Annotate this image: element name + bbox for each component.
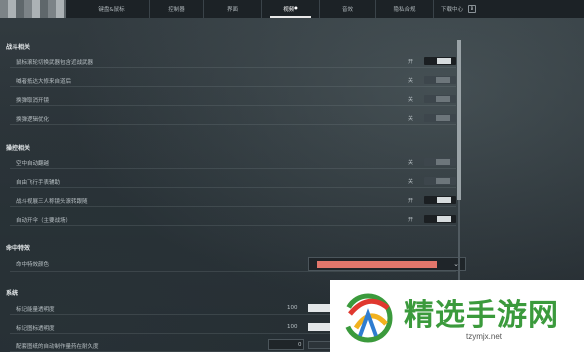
- tab-label: 音效: [341, 7, 353, 13]
- setting-label: 换弹逻辑优化: [16, 117, 50, 123]
- toggle-knob: [436, 178, 450, 184]
- setting-label: 自动开伞（主要战场）: [16, 218, 72, 224]
- toggle-state-text: 关: [408, 97, 414, 103]
- toggle-switch[interactable]: [424, 114, 456, 122]
- watermark-logo-icon: [343, 293, 393, 343]
- color-swatch: [317, 261, 437, 268]
- tab-interface[interactable]: 界面: [204, 0, 262, 18]
- top-navigation-bar: 键盘&鼠标 控制器 界面 视频● 音效 隐私合规 下载中心 B: [0, 0, 584, 18]
- scrollbar-thumb[interactable]: [457, 40, 461, 200]
- tab-label: 键盘&鼠标: [98, 7, 125, 13]
- section-title-hit-effect: 命中特效: [6, 245, 31, 252]
- setting-row: 换弹逻辑优化 关: [10, 111, 456, 125]
- blurred-avatar: [0, 0, 66, 18]
- setting-row: 自动开伞（主要战场） 开: [10, 212, 456, 226]
- setting-row: 换弹取消开镜 关: [10, 92, 456, 106]
- toggle-knob: [436, 77, 450, 83]
- tab-controller[interactable]: 控制器: [150, 0, 204, 18]
- setting-row: 鼠标滚轮切换武器包含近战武器 开: [10, 54, 456, 68]
- tab-active-dot: ●: [294, 5, 298, 10]
- toggle-knob: [437, 216, 451, 222]
- gamepad-button-icon[interactable]: B: [468, 5, 476, 13]
- setting-label: 鼠标滚轮切换武器包含近战武器: [16, 60, 94, 66]
- slider-value: 0: [298, 342, 302, 348]
- toggle-switch[interactable]: [424, 95, 456, 103]
- section-title-combat: 战斗相关: [6, 44, 31, 51]
- setting-label: 标记图标透明度: [16, 326, 55, 332]
- setting-label: 命中特效颜色: [16, 262, 50, 268]
- toggle-state-text: 关: [408, 160, 414, 166]
- tab-label: 控制器: [168, 7, 185, 13]
- toggle-switch[interactable]: [424, 196, 456, 204]
- toggle-switch[interactable]: [424, 177, 456, 185]
- toggle-state-text: 关: [408, 179, 414, 185]
- settings-tabs: 键盘&鼠标 控制器 界面 视频● 音效 隐私合规 下载中心: [74, 0, 470, 18]
- toggle-knob: [437, 197, 451, 203]
- section-title-system: 系统: [6, 290, 19, 297]
- setting-row: 空中自动翻越 关: [10, 155, 456, 169]
- watermark-text: 精选手游网: [404, 298, 559, 333]
- setting-label: 标记能量透明度: [16, 307, 55, 313]
- tab-label: 隐私合规: [393, 7, 416, 13]
- setting-label: 喊者抵达大修来自道后: [16, 79, 72, 85]
- setting-label: 空中自动翻越: [16, 161, 50, 167]
- setting-label: 自由飞行手表辅助: [16, 180, 61, 186]
- toggle-switch[interactable]: [424, 76, 456, 84]
- toggle-state-text: 开: [408, 217, 414, 223]
- tab-video[interactable]: 视频●: [262, 0, 320, 18]
- toggle-switch[interactable]: [424, 215, 456, 223]
- tab-label: 界面: [226, 7, 238, 13]
- tab-privacy[interactable]: 隐私合规: [376, 0, 434, 18]
- watermark-url: tzymjx.net: [466, 332, 503, 341]
- slider-value: 100: [287, 324, 298, 330]
- watermark-overlay: 精选手游网 tzymjx.net: [330, 280, 584, 352]
- setting-label: 战斗视展三人称镜头滚转跟随: [16, 199, 88, 205]
- toggle-knob: [437, 58, 451, 64]
- toggle-knob: [436, 115, 450, 121]
- setting-row: 命中特效颜色 ⌄: [10, 256, 466, 272]
- setting-row: 自由飞行手表辅助 关: [10, 174, 456, 188]
- toggle-state-text: 关: [408, 116, 414, 122]
- tab-keyboard-mouse[interactable]: 键盘&鼠标: [74, 0, 150, 18]
- tab-download-center[interactable]: 下载中心: [434, 0, 470, 18]
- toggle-switch[interactable]: [424, 158, 456, 166]
- section-title-control: 操控相关: [6, 145, 31, 152]
- toggle-state-text: 开: [408, 198, 414, 204]
- setting-row: 喊者抵达大修来自道后 关: [10, 73, 456, 87]
- toggle-knob: [436, 159, 450, 165]
- toggle-knob: [436, 96, 450, 102]
- toggle-switch[interactable]: [424, 57, 456, 65]
- setting-row: 战斗视展三人称镜头滚转跟随 开: [10, 193, 456, 207]
- toggle-state-text: 关: [408, 78, 414, 84]
- setting-label: 换弹取消开镜: [16, 98, 50, 104]
- hit-color-dropdown[interactable]: ⌄: [308, 257, 466, 271]
- slider-value: 100: [287, 305, 298, 311]
- tab-label: 视频: [283, 7, 295, 13]
- toggle-state-text: 开: [408, 59, 414, 65]
- tab-audio[interactable]: 音效: [320, 0, 376, 18]
- tab-label: 下载中心: [440, 7, 463, 13]
- setting-label: 配套图纸的自动制作量药在耐久度: [16, 344, 99, 350]
